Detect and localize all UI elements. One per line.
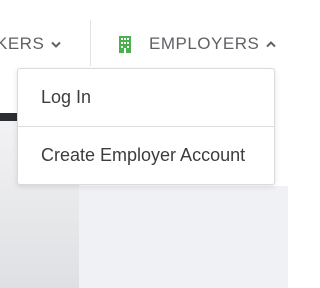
page: KERS EMPLOYERS Log In Create Employer Ac…: [0, 0, 288, 288]
chevron-down-icon: [51, 41, 62, 48]
nav-divider: [90, 20, 91, 66]
menu-item-create-employer-account[interactable]: Create Employer Account: [18, 127, 274, 184]
nav-employers[interactable]: EMPLOYERS: [118, 31, 277, 57]
menu-item-log-in[interactable]: Log In: [18, 69, 274, 126]
nav-job-seekers-label: KERS: [0, 34, 45, 53]
employers-dropdown-menu: Log In Create Employer Account: [17, 68, 275, 185]
nav-employers-label: EMPLOYERS: [149, 34, 260, 53]
chevron-up-icon: [266, 40, 277, 48]
menu-item-log-in-label: Log In: [41, 87, 92, 107]
menu-item-create-employer-account-label: Create Employer Account: [41, 145, 246, 165]
background-section: [79, 186, 288, 288]
nav-job-seekers[interactable]: KERS: [0, 31, 62, 57]
building-icon: [118, 35, 132, 53]
